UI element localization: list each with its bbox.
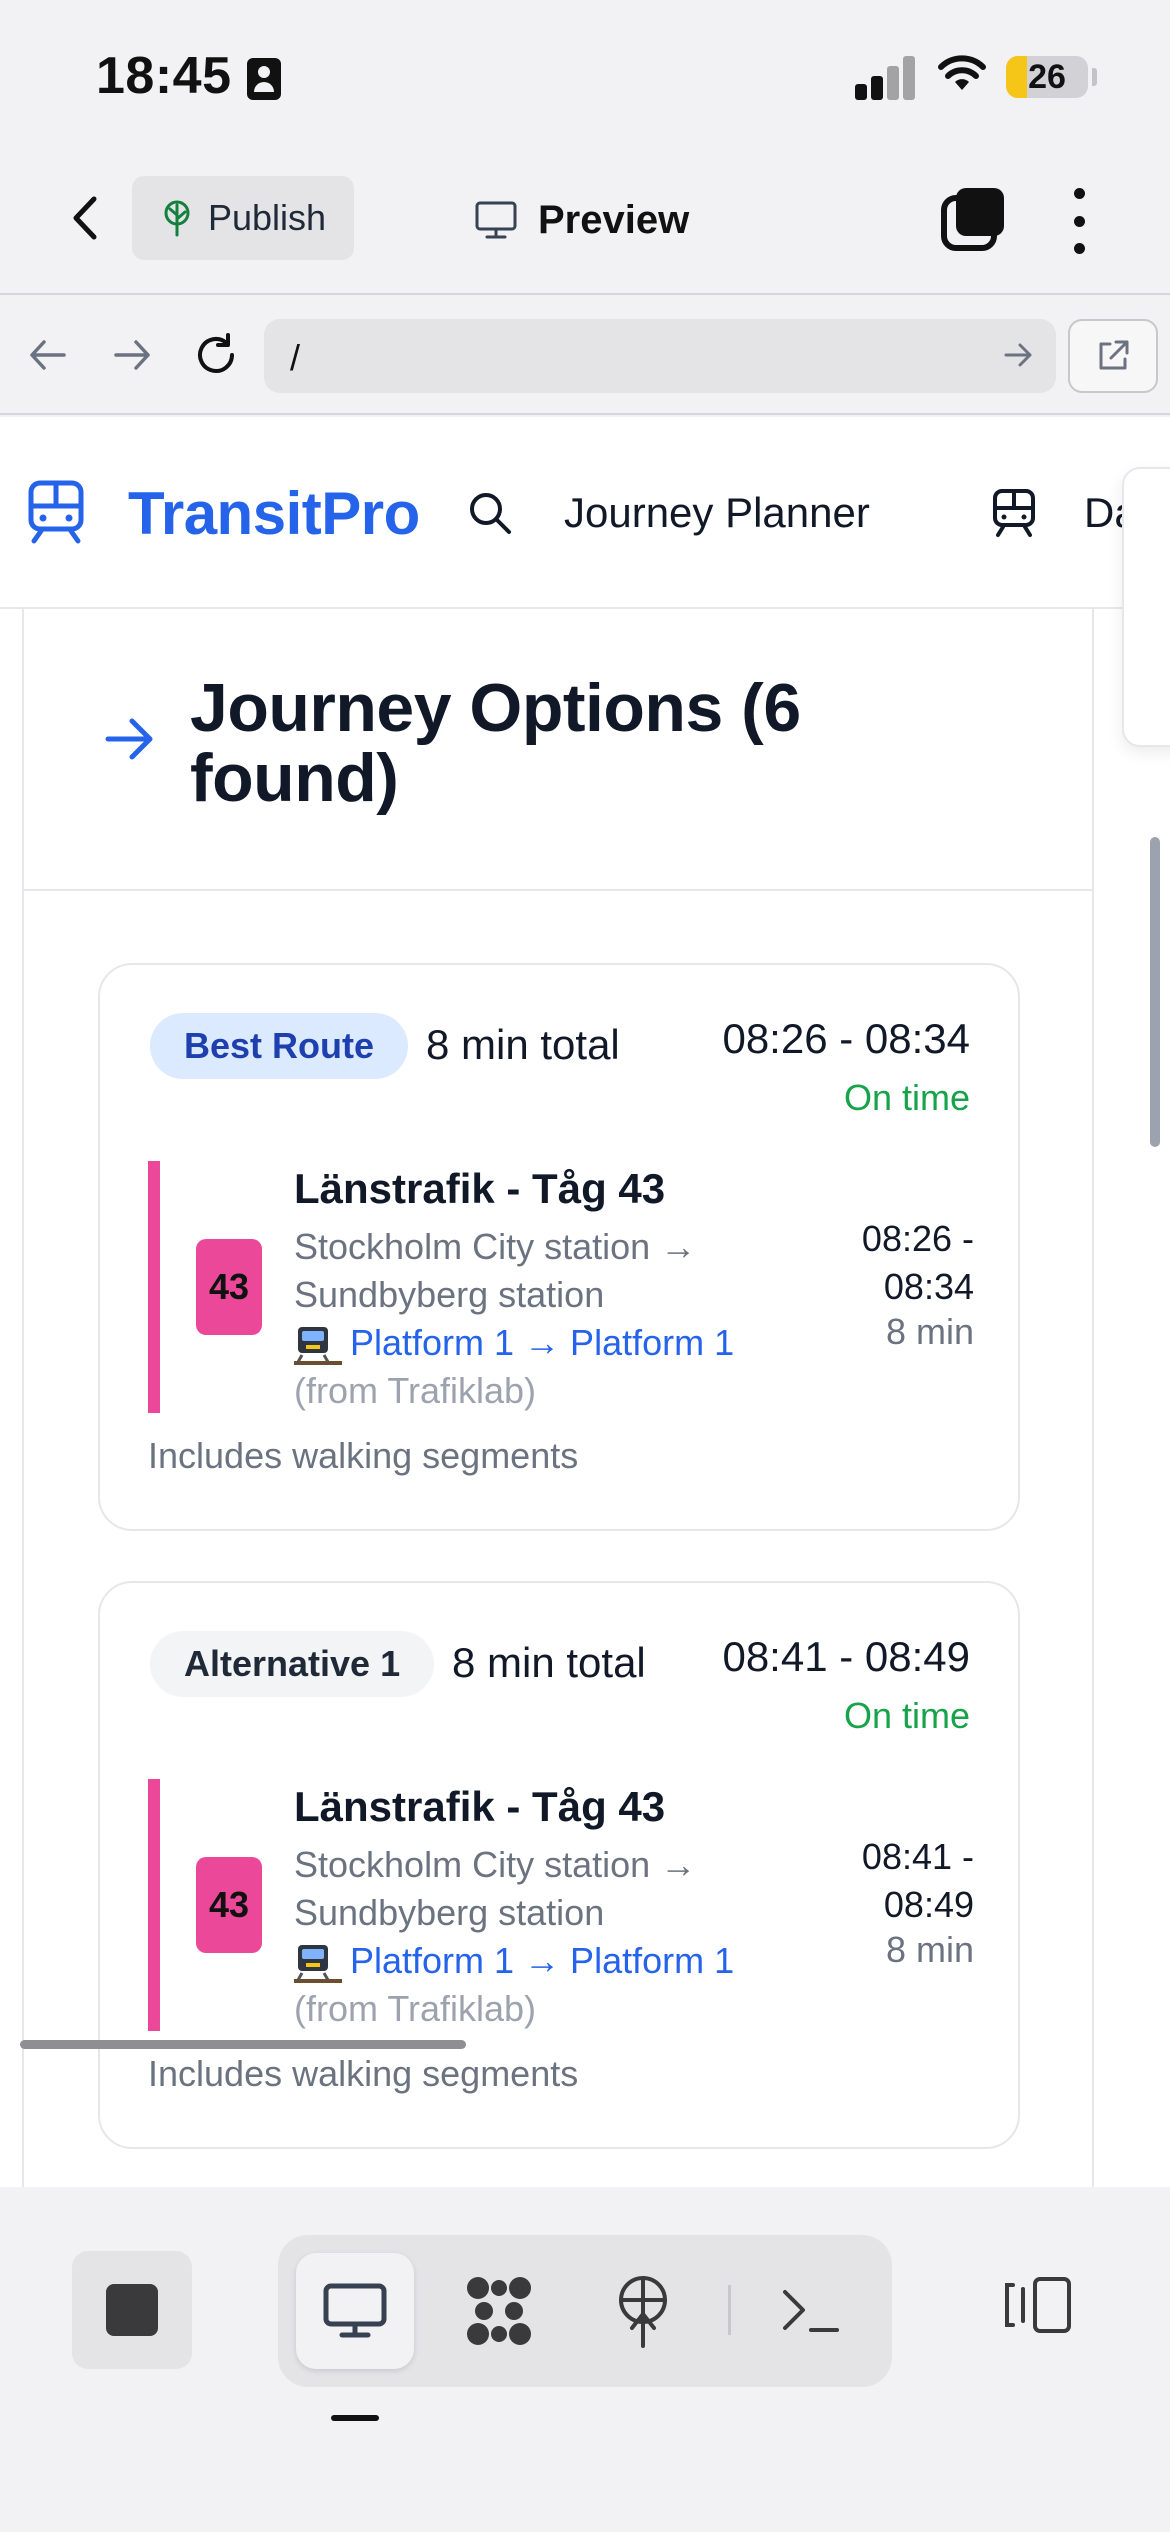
preview-button[interactable]: Preview — [474, 180, 689, 260]
separator — [728, 2285, 731, 2335]
journey-times: 08:41 - 08:49 — [722, 1633, 970, 1680]
status-time: 18:45 — [96, 47, 232, 105]
site-header: TransitPro Journey Planner Daily — [0, 417, 1170, 609]
chevron-left-icon — [73, 196, 97, 240]
monitor-icon — [475, 201, 517, 239]
wifi-icon — [938, 55, 986, 90]
panel-title: Journey Options (6 found) — [190, 670, 801, 816]
battery-indicator: 26 — [1006, 56, 1088, 98]
apps-icon — [467, 2277, 531, 2345]
bottom-dock — [0, 2187, 1170, 2532]
route-badge: Alternative 1 — [150, 1631, 435, 1697]
tree-icon — [164, 200, 190, 237]
total-duration: 8 min total — [452, 1639, 646, 1686]
panel-header: Journey Options (6 found) — [24, 609, 1092, 891]
nav-journey-planner[interactable]: Journey Planner — [564, 489, 870, 537]
arrow-right-icon — [105, 718, 153, 760]
publish-button[interactable]: Publish — [132, 176, 354, 260]
web-viewport[interactable]: TransitPro Journey Planner Daily Journey… — [0, 417, 1170, 2187]
open-external-button[interactable] — [1068, 319, 1158, 393]
leg-times: 08:41 - 08:49 — [861, 1836, 974, 1925]
train-icon — [993, 489, 1035, 537]
leg-title: Länstrafik - Tåg 43 — [294, 1165, 666, 1212]
go-arrow-icon[interactable] — [1002, 339, 1034, 371]
data-source: (from Trafiklab) — [294, 1370, 537, 1411]
horizontal-scrollbar[interactable] — [20, 2040, 466, 2049]
leg-duration: 8 min — [885, 1311, 974, 1352]
terminal-icon — [783, 2290, 839, 2332]
leg-platform: Platform 1 → Platform 1 (from Trafiklab) — [294, 1319, 744, 1415]
antenna-icon — [619, 2276, 667, 2348]
kebab-icon[interactable] — [1064, 188, 1094, 254]
status-bar: 18:45 26 — [0, 0, 1170, 150]
leg-stations: Stockholm City station → Sundbyberg stat… — [294, 1844, 697, 1933]
apps-button[interactable] — [440, 2253, 558, 2369]
browser-bar: / — [0, 297, 1170, 415]
preview-label: Preview — [538, 197, 690, 242]
search-icon[interactable] — [466, 489, 514, 537]
back-button[interactable] — [60, 186, 110, 250]
journey-card[interactable]: Alternative 1 8 min total 08:41 - 08:49 … — [98, 1581, 1020, 2149]
status-on-time: On time — [843, 1695, 970, 1736]
contact-card-icon — [247, 58, 281, 100]
arrow-right-icon — [114, 340, 150, 370]
cellular-signal-icon — [855, 56, 915, 100]
line-badge: 43 — [196, 1857, 262, 1953]
side-panel-icon — [1005, 2277, 1071, 2333]
nav-forward-button[interactable] — [104, 327, 160, 383]
stop-icon — [106, 2284, 158, 2336]
status-on-time: On time — [843, 1077, 970, 1118]
dropdown-panel — [1122, 467, 1170, 747]
monitor-icon — [323, 2283, 387, 2338]
journey-times: 08:26 - 08:34 — [722, 1015, 970, 1062]
reload-icon — [198, 333, 234, 373]
journey-card[interactable]: Best Route 8 min total 08:26 - 08:34 On … — [98, 963, 1020, 1531]
walking-note: Includes walking segments — [148, 2053, 579, 2094]
train-emoji-icon — [294, 1945, 342, 1984]
brand-name[interactable]: TransitPro — [128, 479, 420, 548]
platform-text: Platform 1 → Platform 1 — [350, 1322, 735, 1363]
external-link-icon — [1099, 340, 1129, 370]
reload-button[interactable] — [188, 327, 244, 383]
view-switcher — [278, 2235, 892, 2387]
arrow-left-icon — [30, 340, 66, 370]
tabs-icon[interactable] — [940, 186, 1006, 252]
walking-note: Includes walking segments — [148, 1435, 579, 1476]
train-icon — [28, 480, 84, 544]
battery-nub — [1092, 68, 1097, 86]
active-tab-indicator — [331, 2415, 379, 2421]
total-duration: 8 min total — [426, 1021, 620, 1068]
line-color-bar — [148, 1161, 160, 1413]
desktop-view-button[interactable] — [296, 2253, 414, 2369]
console-button[interactable] — [752, 2253, 870, 2369]
data-source: (from Trafiklab) — [294, 1988, 537, 2029]
battery-percent: 26 — [1028, 58, 1066, 96]
app-toolbar: Publish Preview — [0, 150, 1170, 295]
url-text: / — [290, 337, 301, 378]
journey-leg: 43 Länstrafik - Tåg 43 Stockholm City st… — [148, 1779, 974, 2031]
journey-options-panel: Journey Options (6 found) Best Route 8 m… — [22, 609, 1094, 2187]
leg-times: 08:26 - 08:34 — [861, 1218, 974, 1307]
deploy-button[interactable] — [584, 2253, 702, 2369]
side-panel-button[interactable] — [998, 2265, 1078, 2345]
leg-platform: Platform 1 → Platform 1 (from Trafiklab) — [294, 1937, 744, 2033]
leg-duration: 8 min — [885, 1929, 974, 1970]
url-bar[interactable]: / — [264, 319, 1056, 393]
vertical-scrollbar[interactable] — [1150, 837, 1160, 1147]
leg-stations: Stockholm City station → Sundbyberg stat… — [294, 1226, 697, 1315]
line-color-bar — [148, 1779, 160, 2031]
platform-text: Platform 1 → Platform 1 — [350, 1940, 735, 1981]
nav-back-button[interactable] — [20, 327, 76, 383]
stop-button[interactable] — [72, 2251, 192, 2369]
publish-label: Publish — [208, 197, 327, 238]
train-emoji-icon — [294, 1327, 342, 1366]
route-badge: Best Route — [150, 1013, 409, 1079]
line-badge: 43 — [196, 1239, 262, 1335]
leg-title: Länstrafik - Tåg 43 — [294, 1783, 666, 1830]
journey-leg: 43 Länstrafik - Tåg 43 Stockholm City st… — [148, 1161, 974, 1413]
